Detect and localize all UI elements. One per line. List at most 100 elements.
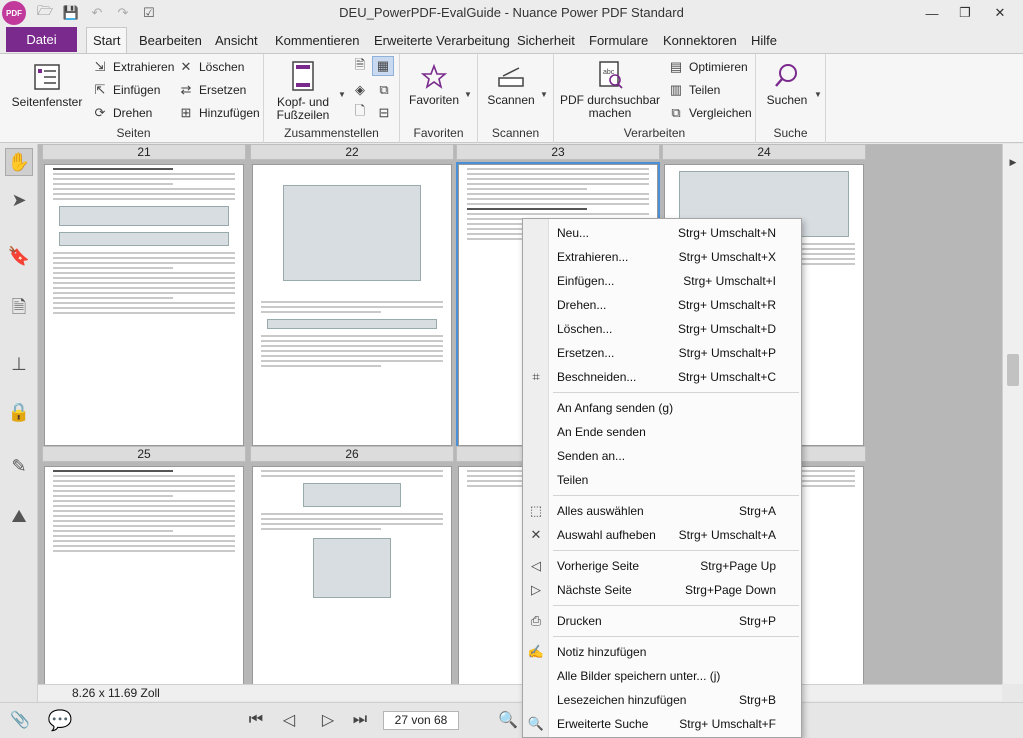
tab-hilfe[interactable]: Hilfe <box>745 27 783 53</box>
menu-item-neu[interactable]: Neu... Strg+ Umschalt+N <box>523 221 801 245</box>
menu-item-beschneiden[interactable]: ⌗ Beschneiden... Strg+ Umschalt+C <box>523 365 801 389</box>
signature-icon[interactable]: ✎ <box>5 452 33 480</box>
drehen-button[interactable]: ⟳ Drehen <box>92 103 153 123</box>
vergleichen-button[interactable]: ⧉ Vergleichen <box>668 103 751 123</box>
minimize-icon[interactable]: — <box>915 0 949 26</box>
vertical-scrollbar[interactable]: ▶ <box>1002 144 1023 684</box>
page-indicator[interactable]: 27 von 68 <box>383 711 459 730</box>
watermark-button[interactable]: ◈ <box>352 80 373 100</box>
kopf-fusszeilen-dropdown[interactable]: ▼ <box>338 84 346 104</box>
customize-toolbar-icon[interactable]: ☑ <box>136 0 162 26</box>
comment-icon[interactable]: 💬 <box>48 708 73 732</box>
bates-button[interactable]: ⧉ <box>376 80 397 100</box>
lock-icon[interactable]: 🔒 <box>5 398 33 426</box>
tab-start[interactable]: Start <box>86 27 128 53</box>
menu-item-lesezeichen-hinzufuegen[interactable]: Lesezeichen hinzufügen Strg+B <box>523 688 801 712</box>
seitenfenster-button[interactable]: Seitenfenster <box>10 62 84 109</box>
menu-item-an-ende-senden[interactable]: An Ende senden <box>523 420 801 444</box>
loeschen-button[interactable]: ✕ Löschen <box>178 57 245 77</box>
menu-item-ersetzen[interactable]: Ersetzen... Strg+ Umschalt+P <box>523 341 801 365</box>
zoom-out-icon[interactable]: 🔍 <box>496 708 520 732</box>
menu-item-drucken[interactable]: ⎙ Drucken Strg+P <box>523 609 801 633</box>
kopf-fusszeilen-button[interactable]: Kopf- und Fußzeilen <box>272 60 334 122</box>
thumbnail-view-button[interactable]: ▦ <box>372 56 394 76</box>
einfuegen-button[interactable]: ⇱ Einfügen <box>92 80 161 100</box>
optimieren-button[interactable]: ▤ Optimieren <box>668 57 748 77</box>
horizontal-scrollbar[interactable] <box>38 684 1002 701</box>
hand-tool-icon[interactable]: ✋ <box>5 148 33 176</box>
next-page-icon[interactable]: ▷ <box>316 708 340 732</box>
menu-item-label: Alles auswählen <box>557 504 644 518</box>
pages-icon[interactable]: 🗎 <box>5 296 33 324</box>
menu-item-loeschen[interactable]: Löschen... Strg+ Umschalt+D <box>523 317 801 341</box>
menu-item-drehen[interactable]: Drehen... Strg+ Umschalt+R <box>523 293 801 317</box>
tab-erweiterte-verarbeitung[interactable]: Erweiterte Verarbeitung <box>368 27 516 53</box>
pdf-durchsuchbar-button[interactable]: abc PDF durchsuchbar machen <box>558 60 662 120</box>
scannen-dropdown[interactable]: ▼ <box>540 84 548 104</box>
tab-bearbeiten[interactable]: Bearbeiten <box>133 27 208 53</box>
menu-item-label: Auswahl aufheben <box>557 528 656 542</box>
ersetzen-button[interactable]: ⇄ Ersetzen <box>178 80 247 100</box>
menu-item-auswahl-aufheben[interactable]: ✕ Auswahl aufheben Strg+ Umschalt+A <box>523 523 801 547</box>
menu-item-label: An Ende senden <box>557 425 646 439</box>
close-icon[interactable]: ✕ <box>983 0 1017 26</box>
menu-item-shortcut: Strg+ Umschalt+R <box>677 298 776 312</box>
stamp-icon[interactable]: ⊥ <box>5 350 33 378</box>
favoriten-button[interactable]: Favoriten <box>404 64 464 107</box>
page-number-button[interactable]: 🗎 <box>352 57 373 77</box>
menu-item-extrahieren[interactable]: Extrahieren... Strg+ Umschalt+X <box>523 245 801 269</box>
first-page-icon[interactable]: ⏮ <box>244 708 268 732</box>
restore-icon[interactable]: ❐ <box>948 0 982 26</box>
tab-formulare[interactable]: Formulare <box>583 27 654 53</box>
bookmark-icon[interactable]: 🔖 <box>5 242 33 270</box>
tab-sicherheit[interactable]: Sicherheit <box>511 27 581 53</box>
last-page-icon[interactable]: ⏭ <box>348 708 372 732</box>
split-button[interactable]: 🗋 <box>352 103 373 123</box>
teilen-button[interactable]: ▥ Teilen <box>668 80 721 100</box>
tab-kommentieren[interactable]: Kommentieren <box>269 27 366 53</box>
page-thumbnail-25[interactable] <box>44 466 244 684</box>
hinzufuegen-button[interactable]: ⊞ Hinzufügen <box>178 103 260 123</box>
menu-item-einfuegen[interactable]: Einfügen... Strg+ Umschalt+I <box>523 269 801 293</box>
tab-ansicht[interactable]: Ansicht <box>209 27 264 53</box>
search-icon: 🔍 <box>527 716 545 731</box>
menu-item-erweiterte-suche[interactable]: 🔍 Erweiterte Suche Strg+ Umschalt+F <box>523 712 801 736</box>
redo-icon[interactable]: ↷ <box>110 0 136 26</box>
menu-item-shortcut: Strg+ Umschalt+P <box>678 346 776 360</box>
scroll-right-arrow-icon[interactable]: ▶ <box>1003 154 1023 170</box>
page-thumbnail-26[interactable] <box>252 466 452 684</box>
combine-icon: ⊟ <box>378 105 390 120</box>
combine-button[interactable]: ⊟ <box>376 103 397 123</box>
verarbeiten-group-label: Verarbeiten <box>623 126 686 140</box>
deselect-icon: ✕ <box>530 527 542 542</box>
menu-item-vorherige-seite[interactable]: ◁ Vorherige Seite Strg+Page Up <box>523 554 801 578</box>
replace-icon: ⇄ <box>180 82 192 97</box>
undo-icon[interactable]: ↶ <box>84 0 110 26</box>
menu-item-teilen[interactable]: Teilen <box>523 468 801 492</box>
tab-file[interactable]: Datei <box>6 27 77 52</box>
save-icon[interactable]: 💾 <box>58 0 84 26</box>
app-logo-icon[interactable]: PDF <box>2 1 26 25</box>
scrollbar-thumb[interactable] <box>1007 354 1019 386</box>
select-arrow-icon[interactable]: ➤ <box>5 186 33 214</box>
favoriten-dropdown[interactable]: ▼ <box>464 84 472 104</box>
menu-item-notiz-hinzufuegen[interactable]: ✍ Notiz hinzufügen <box>523 640 801 664</box>
suchen-dropdown[interactable]: ▼ <box>814 84 822 104</box>
menu-item-an-anfang-senden[interactable]: An Anfang senden (g) <box>523 396 801 420</box>
menu-item-alle-bilder-speichern[interactable]: Alle Bilder speichern unter... (j) <box>523 664 801 688</box>
tab-konnektoren[interactable]: Konnektoren <box>657 27 743 53</box>
image-icon[interactable]: ⛰ <box>5 502 33 530</box>
page-thumbnail-22[interactable] <box>252 164 452 446</box>
attachment-icon[interactable]: 📎 <box>8 708 32 732</box>
document-thumbnails[interactable]: 21 22 23 24 25 26 <box>38 144 1002 684</box>
scannen-button[interactable]: Scannen <box>482 64 540 107</box>
page-thumbnail-21[interactable] <box>44 164 244 446</box>
menu-item-senden-an[interactable]: Senden an... <box>523 444 801 468</box>
menu-item-naechste-seite[interactable]: ▷ Nächste Seite Strg+Page Down <box>523 578 801 602</box>
suchen-button[interactable]: Suchen <box>760 62 814 107</box>
previous-page-icon[interactable]: ◁ <box>277 708 301 732</box>
menu-item-alles-auswaehlen[interactable]: ⬚ Alles auswählen Strg+A <box>523 499 801 523</box>
extrahieren-button[interactable]: ⇲ Extrahieren <box>92 57 175 77</box>
open-folder-icon[interactable]: 🗁 <box>32 0 58 26</box>
previous-page-icon: ◁ <box>531 558 541 573</box>
